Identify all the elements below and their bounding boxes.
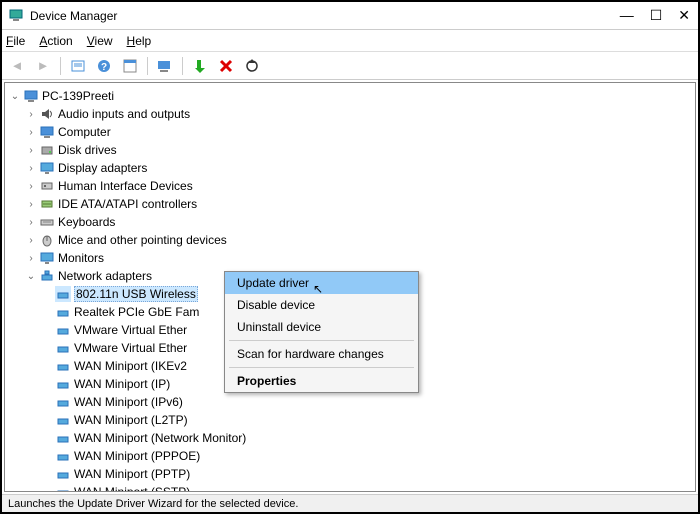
- tree-root[interactable]: ⌄ PC-139Preeti: [9, 87, 695, 105]
- svg-text:?: ?: [101, 62, 107, 73]
- computer-icon: [39, 124, 55, 140]
- separator: [229, 340, 414, 341]
- tree-device[interactable]: WAN Miniport (Network Monitor): [41, 429, 695, 447]
- tree-category[interactable]: ›Human Interface Devices: [25, 177, 695, 195]
- chevron-down-icon[interactable]: ⌄: [25, 271, 37, 282]
- properties-button[interactable]: [119, 55, 141, 77]
- scan-button[interactable]: [154, 55, 176, 77]
- chevron-right-icon[interactable]: ›: [25, 127, 37, 138]
- app-icon: [8, 8, 24, 24]
- disk-icon: [39, 142, 55, 158]
- enable-button[interactable]: [189, 55, 211, 77]
- chevron-right-icon[interactable]: ›: [25, 199, 37, 210]
- tree-category[interactable]: ›Monitors: [25, 249, 695, 267]
- help-button[interactable]: ?: [93, 55, 115, 77]
- menu-update-driver[interactable]: Update driver ↖: [225, 272, 418, 294]
- adapter-icon: [55, 448, 71, 464]
- menu-file[interactable]: File: [6, 34, 25, 48]
- tree-device[interactable]: WAN Miniport (L2TP): [41, 411, 695, 429]
- show-hidden-button[interactable]: [67, 55, 89, 77]
- tree-category[interactable]: ›Mice and other pointing devices: [25, 231, 695, 249]
- audio-icon: [39, 106, 55, 122]
- adapter-icon: [55, 286, 71, 302]
- chevron-right-icon[interactable]: ›: [25, 181, 37, 192]
- window-title: Device Manager: [30, 9, 620, 23]
- adapter-icon: [55, 394, 71, 410]
- device-tree-panel[interactable]: ⌄ PC-139Preeti ›Audio inputs and outputs…: [4, 82, 696, 492]
- chevron-right-icon[interactable]: ›: [25, 235, 37, 246]
- device-manager-window: Device Manager — ☐ ✕ File Action View He…: [0, 0, 700, 514]
- adapter-icon: [55, 430, 71, 446]
- window-controls: — ☐ ✕: [620, 7, 690, 24]
- adapter-icon: [55, 322, 71, 338]
- toolbar: ◄ ► ?: [2, 52, 698, 80]
- tree-category[interactable]: ›Keyboards: [25, 213, 695, 231]
- separator: [60, 57, 61, 75]
- chevron-right-icon[interactable]: ›: [25, 217, 37, 228]
- display-icon: [39, 160, 55, 176]
- tree-device[interactable]: WAN Miniport (PPPOE): [41, 447, 695, 465]
- ide-icon: [39, 196, 55, 212]
- menu-properties[interactable]: Properties: [225, 370, 418, 392]
- menu-view[interactable]: View: [87, 34, 113, 48]
- tree-category[interactable]: ›IDE ATA/ATAPI controllers: [25, 195, 695, 213]
- forward-button[interactable]: ►: [32, 55, 54, 77]
- maximize-button[interactable]: ☐: [650, 7, 663, 24]
- context-menu: Update driver ↖ Disable device Uninstall…: [224, 271, 419, 393]
- update-button[interactable]: [241, 55, 263, 77]
- chevron-right-icon[interactable]: ›: [25, 109, 37, 120]
- chevron-right-icon[interactable]: ›: [25, 163, 37, 174]
- tree-category[interactable]: ›Display adapters: [25, 159, 695, 177]
- minimize-button[interactable]: —: [620, 7, 634, 24]
- hid-icon: [39, 178, 55, 194]
- separator: [182, 57, 183, 75]
- adapter-icon: [55, 358, 71, 374]
- statusbar: Launches the Update Driver Wizard for th…: [2, 494, 698, 512]
- computer-icon: [23, 88, 39, 104]
- separator: [147, 57, 148, 75]
- chevron-right-icon[interactable]: ›: [25, 145, 37, 156]
- monitor-icon: [39, 250, 55, 266]
- adapter-icon: [55, 466, 71, 482]
- menubar: File Action View Help: [2, 30, 698, 52]
- mouse-icon: [39, 232, 55, 248]
- close-button[interactable]: ✕: [678, 7, 690, 24]
- back-button[interactable]: ◄: [6, 55, 28, 77]
- network-icon: [39, 268, 55, 284]
- adapter-icon: [55, 304, 71, 320]
- adapter-icon: [55, 340, 71, 356]
- tree-category[interactable]: ›Computer: [25, 123, 695, 141]
- chevron-down-icon[interactable]: ⌄: [9, 91, 21, 102]
- uninstall-button[interactable]: [215, 55, 237, 77]
- adapter-icon: [55, 376, 71, 392]
- menu-uninstall-device[interactable]: Uninstall device: [225, 316, 418, 338]
- tree-device[interactable]: WAN Miniport (PPTP): [41, 465, 695, 483]
- tree-device[interactable]: WAN Miniport (SSTP): [41, 483, 695, 492]
- adapter-icon: [55, 484, 71, 492]
- titlebar: Device Manager — ☐ ✕: [2, 2, 698, 30]
- menu-scan-hardware[interactable]: Scan for hardware changes: [225, 343, 418, 365]
- adapter-icon: [55, 412, 71, 428]
- tree-category[interactable]: ›Disk drives: [25, 141, 695, 159]
- menu-disable-device[interactable]: Disable device: [225, 294, 418, 316]
- tree-device[interactable]: WAN Miniport (IPv6): [41, 393, 695, 411]
- separator: [229, 367, 414, 368]
- keyboard-icon: [39, 214, 55, 230]
- menu-action[interactable]: Action: [39, 34, 72, 48]
- chevron-right-icon[interactable]: ›: [25, 253, 37, 264]
- tree-category[interactable]: ›Audio inputs and outputs: [25, 105, 695, 123]
- status-text: Launches the Update Driver Wizard for th…: [8, 498, 298, 510]
- menu-help[interactable]: Help: [127, 34, 152, 48]
